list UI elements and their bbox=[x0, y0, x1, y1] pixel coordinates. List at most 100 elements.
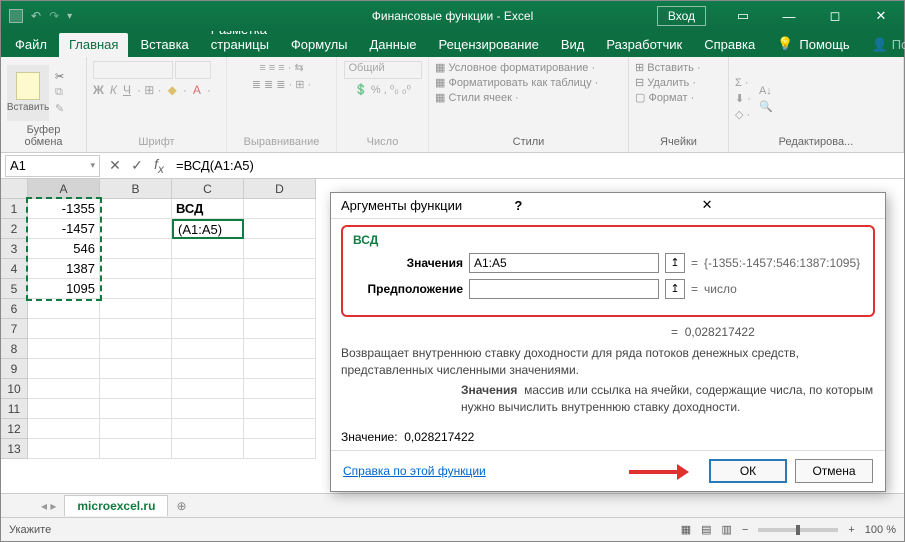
row-header[interactable]: 11 bbox=[1, 399, 28, 419]
row-header[interactable]: 12 bbox=[1, 419, 28, 439]
conditional-formatting[interactable]: ▦ Условное форматирование · bbox=[435, 61, 595, 74]
cell[interactable] bbox=[172, 279, 244, 299]
zoom-level[interactable]: 100 % bbox=[865, 524, 896, 536]
cell[interactable] bbox=[244, 259, 316, 279]
function-help-link[interactable]: Справка по этой функции bbox=[343, 464, 486, 478]
zoom-slider[interactable] bbox=[758, 528, 838, 532]
row-header[interactable]: 4 bbox=[1, 259, 28, 279]
arg1-input[interactable] bbox=[469, 253, 659, 273]
accept-formula-icon[interactable]: ✓ bbox=[126, 155, 148, 177]
find-icon[interactable]: 🔍 bbox=[759, 100, 773, 113]
ribbon-options-icon[interactable]: ▭ bbox=[720, 1, 766, 31]
tab-file[interactable]: Файл bbox=[5, 33, 57, 57]
cell[interactable] bbox=[100, 259, 172, 279]
format-as-table[interactable]: ▦ Форматировать как таблицу · bbox=[435, 76, 598, 89]
cut-icon[interactable]: ✂ bbox=[55, 70, 64, 83]
tab-data[interactable]: Данные bbox=[360, 33, 427, 57]
dialog-close-icon[interactable]: ✕ bbox=[702, 197, 875, 213]
add-sheet-icon[interactable]: ⊕ bbox=[176, 499, 186, 513]
fx-icon[interactable]: fx bbox=[148, 155, 170, 177]
cell[interactable]: ВСД bbox=[172, 199, 244, 219]
cell[interactable] bbox=[244, 279, 316, 299]
cell[interactable]: -1457 bbox=[28, 219, 100, 239]
formula-bar: A1▾ ✕ ✓ fx bbox=[1, 153, 904, 179]
cells-format[interactable]: ▢ Формат · bbox=[635, 91, 694, 104]
view-normal-icon[interactable]: ▦ bbox=[681, 523, 691, 536]
col-header[interactable]: B bbox=[100, 179, 172, 199]
view-layout-icon[interactable]: ▤ bbox=[701, 523, 711, 536]
tab-help[interactable]: Справка bbox=[694, 33, 765, 57]
undo-icon[interactable]: ↶ bbox=[31, 9, 41, 23]
ribbon-body: Вставить ✂ ⧉ ✎ Буфер обмена Ж К Ч · ⊞ · … bbox=[1, 57, 904, 153]
copy-icon[interactable]: ⧉ bbox=[55, 86, 64, 99]
select-all-corner[interactable] bbox=[1, 179, 28, 199]
zoom-out-icon[interactable]: − bbox=[742, 524, 748, 536]
function-arguments-dialog: Аргументы функции ? ✕ ВСД Значения ↥ = {… bbox=[330, 192, 886, 492]
sheet-tab[interactable]: microexcel.ru bbox=[64, 495, 168, 516]
redo-icon[interactable]: ↷ bbox=[49, 9, 59, 23]
row-header[interactable]: 1 bbox=[1, 199, 28, 219]
zoom-in-icon[interactable]: + bbox=[848, 524, 854, 536]
cells-insert[interactable]: ⊞ Вставить · bbox=[635, 61, 701, 74]
cell[interactable]: 546 bbox=[28, 239, 100, 259]
sort-icon[interactable]: A↓ bbox=[759, 85, 773, 97]
cancel-formula-icon[interactable]: ✕ bbox=[104, 155, 126, 177]
cell[interactable]: 1387 bbox=[28, 259, 100, 279]
close-icon[interactable]: ✕ bbox=[858, 1, 904, 31]
cell[interactable] bbox=[172, 259, 244, 279]
formula-input[interactable] bbox=[170, 155, 904, 177]
format-painter-icon[interactable]: ✎ bbox=[55, 102, 64, 115]
row-header[interactable]: 9 bbox=[1, 359, 28, 379]
cell[interactable] bbox=[172, 239, 244, 259]
cell[interactable] bbox=[100, 239, 172, 259]
row-header[interactable]: 3 bbox=[1, 239, 28, 259]
titlebar: ↶ ↷ ▾ Финансовые функции - Excel Вход ▭ … bbox=[1, 1, 904, 31]
signin-button[interactable]: Вход bbox=[657, 6, 706, 26]
cell[interactable] bbox=[244, 219, 316, 239]
active-cell[interactable]: (A1:A5) bbox=[172, 219, 244, 239]
cell[interactable] bbox=[244, 239, 316, 259]
tab-developer[interactable]: Разработчик bbox=[596, 33, 692, 57]
view-break-icon[interactable]: ▥ bbox=[722, 523, 732, 536]
ok-button[interactable]: ОК bbox=[709, 459, 787, 483]
cell[interactable] bbox=[100, 199, 172, 219]
cell[interactable]: -1355 bbox=[28, 199, 100, 219]
cell[interactable]: 1095 bbox=[28, 279, 100, 299]
arg2-range-picker-icon[interactable]: ↥ bbox=[665, 279, 685, 299]
cell[interactable] bbox=[100, 219, 172, 239]
minimize-icon[interactable]: — bbox=[766, 1, 812, 31]
row-header[interactable]: 5 bbox=[1, 279, 28, 299]
tab-formulas[interactable]: Формулы bbox=[281, 33, 358, 57]
col-header[interactable]: A bbox=[28, 179, 100, 199]
share-button[interactable]: 👤Поделиться bbox=[862, 33, 905, 57]
row-header[interactable]: 13 bbox=[1, 439, 28, 459]
name-box[interactable]: A1▾ bbox=[5, 155, 100, 177]
maximize-icon[interactable]: ◻ bbox=[812, 1, 858, 31]
row-header[interactable]: 6 bbox=[1, 299, 28, 319]
paste-button[interactable]: Вставить bbox=[7, 65, 49, 121]
cancel-button[interactable]: Отмена bbox=[795, 459, 873, 483]
qat-more-icon[interactable]: ▾ bbox=[67, 11, 72, 22]
row-header[interactable]: 7 bbox=[1, 319, 28, 339]
tab-assist[interactable]: 💡Помощь bbox=[767, 32, 859, 57]
result-value: 0,028217422 bbox=[404, 430, 474, 444]
dialog-help-icon[interactable]: ? bbox=[514, 198, 687, 213]
cell-styles[interactable]: ▦ Стили ячеек · bbox=[435, 91, 519, 104]
row-header[interactable]: 10 bbox=[1, 379, 28, 399]
row-header[interactable]: 2 bbox=[1, 219, 28, 239]
group-styles: Стили bbox=[435, 136, 622, 150]
arg2-input[interactable] bbox=[469, 279, 659, 299]
tab-view[interactable]: Вид bbox=[551, 33, 595, 57]
col-header[interactable]: D bbox=[244, 179, 316, 199]
save-icon[interactable] bbox=[9, 9, 23, 23]
row-header[interactable]: 8 bbox=[1, 339, 28, 359]
arg1-range-picker-icon[interactable]: ↥ bbox=[665, 253, 685, 273]
tab-review[interactable]: Рецензирование bbox=[428, 33, 548, 57]
cell[interactable] bbox=[244, 199, 316, 219]
group-clipboard: Буфер обмена bbox=[7, 124, 80, 150]
cells-delete[interactable]: ⊟ Удалить · bbox=[635, 76, 696, 89]
tab-home[interactable]: Главная bbox=[59, 33, 128, 57]
col-header[interactable]: C bbox=[172, 179, 244, 199]
cell[interactable] bbox=[100, 279, 172, 299]
tab-insert[interactable]: Вставка bbox=[130, 33, 198, 57]
